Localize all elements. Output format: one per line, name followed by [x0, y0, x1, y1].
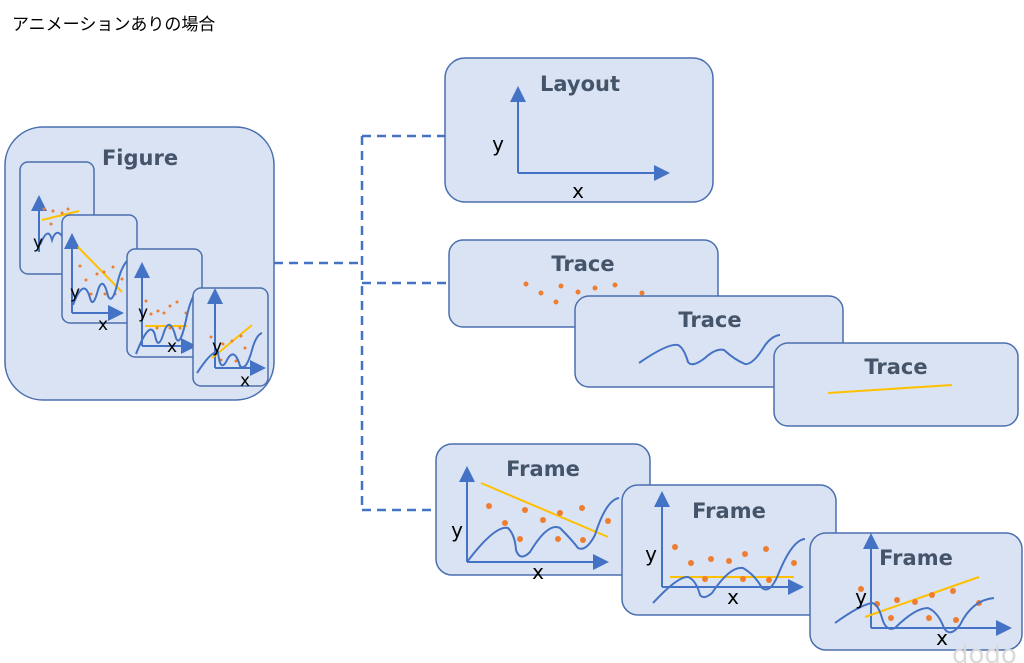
svg-text:y: y — [138, 303, 148, 323]
svg-text:x: x — [240, 371, 250, 391]
mini-panel: y x — [192, 287, 269, 391]
svg-text:x: x — [167, 337, 177, 357]
svg-text:y: y — [451, 518, 463, 542]
svg-text:x: x — [532, 560, 544, 584]
svg-text:x: x — [727, 585, 739, 609]
svg-text:y: y — [492, 132, 504, 156]
figure-label: Figure — [102, 146, 178, 170]
frame-box: Frame y x — [621, 484, 837, 616]
trace-box-straight: Trace — [773, 342, 1019, 427]
svg-text:x: x — [936, 626, 948, 650]
layout-label: Layout — [540, 72, 620, 96]
svg-text:x: x — [98, 315, 108, 335]
svg-text:Frame: Frame — [692, 499, 766, 523]
svg-text:Frame: Frame — [879, 546, 953, 570]
svg-text:y: y — [645, 542, 657, 566]
mini-panel: y x — [126, 248, 203, 358]
svg-text:y: y — [855, 585, 867, 609]
figure-box: Figure y y x y x y x — [4, 126, 275, 401]
svg-text:Trace: Trace — [551, 252, 614, 276]
svg-text:y: y — [212, 337, 222, 357]
mini-panel: y x — [61, 214, 138, 335]
svg-text:Frame: Frame — [506, 457, 580, 481]
connector-lines — [274, 134, 449, 512]
frame-box: Frame y x — [435, 443, 651, 584]
svg-text:Trace: Trace — [678, 308, 741, 332]
svg-text:y: y — [70, 283, 80, 303]
layout-box: Layout y x — [444, 57, 714, 203]
svg-text:y: y — [33, 233, 43, 253]
frame-box: Frame y x — [809, 532, 1023, 651]
svg-text:x: x — [572, 179, 584, 203]
diagram: Figure y y x y x y x Layout y x Trace Tr… — [4, 57, 1023, 663]
svg-text:Trace: Trace — [864, 355, 927, 379]
watermark: dodo — [952, 640, 1017, 663]
